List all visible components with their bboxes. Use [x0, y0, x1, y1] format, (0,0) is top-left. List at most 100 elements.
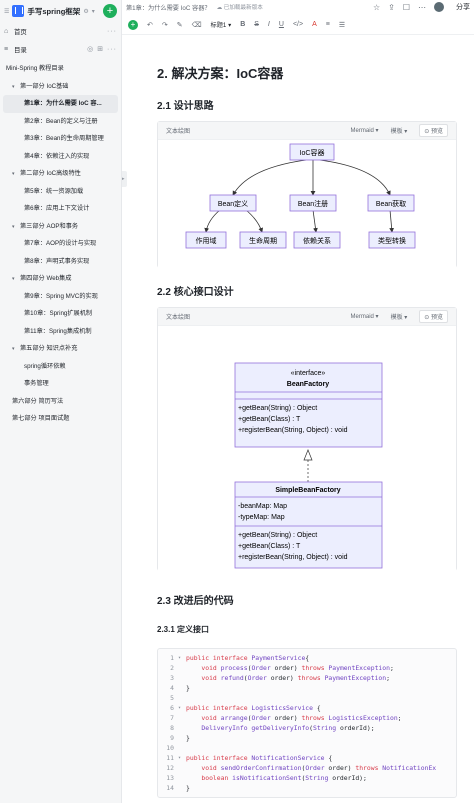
- strikethrough-icon[interactable]: S: [254, 21, 259, 28]
- insert-icon[interactable]: +: [128, 19, 138, 30]
- toc-item[interactable]: 第2章：Bean的定义与注册: [0, 113, 121, 131]
- heading-2-1: 2.1 设计思路: [157, 101, 214, 112]
- redo-icon[interactable]: ↷: [162, 21, 168, 29]
- code-icon[interactable]: </>: [293, 21, 303, 28]
- fold-toggle-icon[interactable]: ▾: [178, 753, 186, 763]
- comment-icon[interactable]: ☐: [403, 3, 410, 12]
- italic-icon[interactable]: I: [268, 21, 270, 28]
- code-token: {: [324, 754, 333, 762]
- toc-item-label: 第五部分 知识点补充: [20, 345, 78, 352]
- toc-item[interactable]: ▾ 第三部分 AOP和事务: [0, 218, 121, 236]
- toc-item[interactable]: Mini-Spring 教程目录: [0, 60, 121, 78]
- collapse-handle[interactable]: ▸: [122, 171, 127, 187]
- toc-item[interactable]: 第5章：统一资源加载: [0, 183, 121, 201]
- code-line: 7 void arrange(Order order) throws Logis…: [158, 713, 456, 723]
- toc-item[interactable]: ▾ 第二部分 IoC高级特性: [0, 165, 121, 183]
- chevron-down-icon[interactable]: ▾: [92, 8, 95, 15]
- node-bean-register: Bean注册: [298, 199, 328, 208]
- toc-actions[interactable]: ◎ ⊞ ···: [87, 45, 117, 53]
- fold-toggle-icon: [178, 673, 186, 683]
- bold-icon[interactable]: B: [240, 21, 245, 28]
- toc-item-label: 第5章：统一资源加载: [24, 187, 84, 195]
- toc-item[interactable]: ▾ 第四部分 Web集成: [0, 270, 121, 288]
- diagram-title: 文本绘图: [166, 129, 191, 135]
- engine-select[interactable]: Mermaid ▾: [351, 127, 379, 134]
- toc-item[interactable]: 第4章：依赖注入的实现: [0, 148, 121, 166]
- more-icon[interactable]: ···: [107, 28, 117, 35]
- toc-item[interactable]: 第1章：为什么需要 IoC 容...: [3, 95, 118, 113]
- menu-icon[interactable]: ☰: [4, 8, 9, 15]
- code-token: void: [201, 714, 221, 722]
- more-icon[interactable]: ⋯: [418, 3, 426, 12]
- saved-text: 已加载最新版本: [223, 5, 263, 11]
- toc-item[interactable]: 第9章：Spring MVC的实现: [0, 288, 121, 306]
- sidebar-item-toc[interactable]: ≡ 目录 ◎ ⊞ ···: [0, 40, 121, 58]
- engine-select-2[interactable]: Mermaid ▾: [351, 313, 379, 320]
- breadcrumb[interactable]: 第1章：为什么需要 IoC 容器？: [126, 3, 211, 12]
- format-painter-icon[interactable]: ✎: [177, 21, 183, 29]
- template-select-2[interactable]: 模板 ▾: [391, 312, 408, 321]
- toc-item-label: 第三部分 AOP和事务: [20, 222, 79, 230]
- preview-button-2[interactable]: ⊙ 预览: [419, 310, 448, 323]
- share-link-icon[interactable]: ⇪: [388, 3, 395, 12]
- toc-item[interactable]: 事务管理: [0, 375, 121, 393]
- toc-item[interactable]: 第10章：Spring扩展机制: [0, 305, 121, 323]
- toc-item[interactable]: 第8章：声明式事务实现: [0, 253, 121, 271]
- toc-item[interactable]: 第3章：Bean的生命周期管理: [0, 130, 121, 148]
- toc-item-label: 第六部分 简历写法: [12, 397, 64, 405]
- underline-icon[interactable]: U: [279, 21, 284, 28]
- settings-icon[interactable]: ⚙: [83, 8, 88, 15]
- clear-format-icon[interactable]: ⌫: [192, 21, 202, 29]
- toc-item-label: Mini-Spring 教程目录: [6, 65, 64, 72]
- list-icon[interactable]: ☰: [339, 21, 345, 29]
- toc-item[interactable]: 第七部分 项目面试题: [0, 410, 121, 428]
- align-icon[interactable]: ≡: [326, 21, 330, 28]
- chevron-down-icon[interactable]: ▾: [12, 341, 20, 358]
- fold-toggle-icon[interactable]: ▾: [178, 653, 186, 663]
- chevron-down-icon[interactable]: ▾: [12, 166, 20, 183]
- preview-button[interactable]: ⊙ 预览: [419, 124, 448, 137]
- book-title[interactable]: 手写spring框架: [27, 6, 80, 17]
- code-token: Order: [247, 674, 267, 682]
- code-line: 9}: [158, 733, 456, 743]
- engine-value: Mermaid: [350, 128, 374, 134]
- add-button[interactable]: +: [103, 4, 117, 18]
- star-icon[interactable]: ☆: [373, 3, 380, 12]
- chevron-down-icon[interactable]: ▾: [12, 79, 20, 96]
- fold-toggle-icon[interactable]: ▾: [178, 703, 186, 713]
- code-block[interactable]: 1 ▾ public interface PaymentService{2 void…: [157, 648, 457, 798]
- template-value: 模板: [390, 129, 403, 135]
- toc-item[interactable]: 第11章：Spring集成机制: [0, 323, 121, 341]
- toc-item[interactable]: 第7章：AOP的设计与实现: [0, 235, 121, 253]
- template-select[interactable]: 模板 ▾: [391, 126, 408, 135]
- line-number: 10: [166, 744, 174, 752]
- code-token: Order: [251, 664, 271, 672]
- undo-icon[interactable]: ↶: [147, 21, 153, 29]
- chevron-down-icon[interactable]: ▾: [12, 271, 20, 288]
- diagram-block-2: 文本绘图 Mermaid ▾ 模板 ▾ ⊙ 预览 «interface» Bea…: [157, 307, 457, 571]
- toc-item[interactable]: spring循环依赖: [0, 358, 121, 376]
- toc-item[interactable]: 第6章：应用上下文设计: [0, 200, 121, 218]
- code-token: arrange: [220, 714, 248, 722]
- avatar[interactable]: [434, 2, 444, 12]
- code-token: {: [305, 654, 310, 662]
- code-token: getDeliveryInfo: [251, 724, 310, 732]
- toc-item[interactable]: ▾ 第五部分 知识点补充: [0, 340, 121, 358]
- code-token: refund: [220, 674, 244, 682]
- diagram-title-2: 文本绘图: [166, 315, 191, 321]
- toc-item[interactable]: 第六部分 简历写法: [0, 393, 121, 411]
- chevron-down-icon[interactable]: ▾: [12, 219, 20, 236]
- font-color-icon[interactable]: A: [312, 21, 317, 28]
- toc-item[interactable]: ▾ 第一部分 IoC基础: [0, 78, 121, 96]
- fold-toggle-icon: [178, 783, 186, 793]
- line-number: 5: [170, 694, 174, 702]
- style-select[interactable]: 标题1 ▾: [211, 20, 232, 29]
- share-button[interactable]: 分享: [456, 2, 470, 12]
- code-token: void: [201, 674, 221, 682]
- toc-item-label: 第一部分 IoC基础: [20, 82, 69, 90]
- sidebar-item-home[interactable]: ⌂ 首页 ···: [0, 22, 121, 40]
